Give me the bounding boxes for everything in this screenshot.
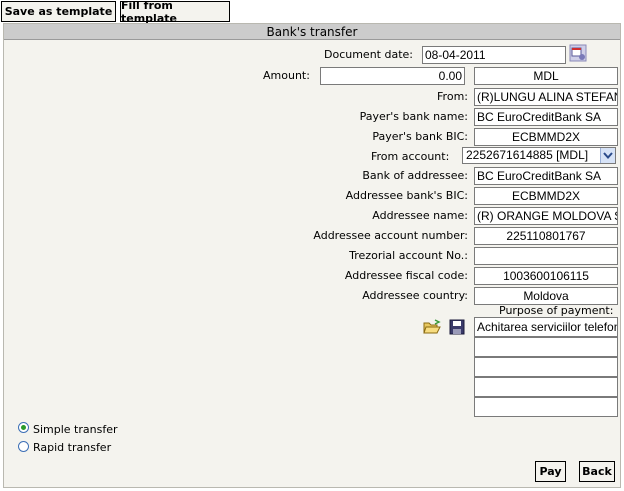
panel-title: Bank's transfer xyxy=(4,24,620,40)
from-label: From: xyxy=(437,90,468,103)
currency-field[interactable]: MDL xyxy=(474,67,618,85)
simple-transfer-radio[interactable] xyxy=(18,422,29,433)
addressee-name-field[interactable]: (R) ORANGE MOLDOVA SA xyxy=(474,207,618,225)
addressee-country-label: Addressee country: xyxy=(362,289,468,302)
purpose-line-3[interactable] xyxy=(474,357,618,377)
purpose-line-5[interactable] xyxy=(474,397,618,417)
payer-bank-name-field[interactable]: BC EuroCreditBank SA xyxy=(474,108,618,126)
document-date-label: Document date: xyxy=(324,48,413,61)
addressee-fiscal-code-field[interactable]: 1003600106115 xyxy=(474,267,618,285)
panel-title-text: Bank's transfer xyxy=(266,24,358,39)
amount-label: Amount: xyxy=(263,69,310,82)
from-field[interactable]: (R)LUNGU ALINA STEFANOVNA xyxy=(474,88,618,106)
purpose-line-1[interactable]: Achitarea serviciilor telefonie mobila xyxy=(474,317,618,337)
addressee-account-number-field[interactable]: 225110801767 xyxy=(474,227,618,245)
purpose-of-payment-label: Purpose of payment: xyxy=(499,304,614,317)
save-as-template-button[interactable]: Save as template xyxy=(1,1,116,22)
addressee-fiscal-code-label: Addressee fiscal code: xyxy=(344,269,468,282)
pay-button[interactable]: Pay xyxy=(535,461,566,482)
payer-bank-bic-field[interactable]: ECBMMD2X xyxy=(474,128,618,146)
bank-of-addressee-label: Bank of addressee: xyxy=(362,169,468,182)
addressee-account-number-label: Addressee account number: xyxy=(313,229,468,242)
chevron-down-icon[interactable] xyxy=(600,148,615,163)
bank-of-addressee-field[interactable]: BC EuroCreditBank SA xyxy=(474,167,618,185)
rapid-transfer-radio[interactable] xyxy=(18,441,29,452)
floppy-save-icon[interactable] xyxy=(449,319,465,335)
from-account-value: 2252671614885 [MDL] xyxy=(466,148,589,162)
purpose-line-2[interactable] xyxy=(474,337,618,357)
rapid-transfer-label[interactable]: Rapid transfer xyxy=(33,441,111,454)
payer-bank-bic-label: Payer's bank BIC: xyxy=(372,130,468,143)
bank-transfer-panel: Bank's transfer Document date: 08-04-201… xyxy=(3,23,621,488)
radio-selected-dot xyxy=(21,425,26,430)
calendar-icon[interactable] xyxy=(569,44,587,62)
trezorial-account-label: Trezorial account No.: xyxy=(349,249,468,262)
simple-transfer-label[interactable]: Simple transfer xyxy=(33,423,118,436)
addressee-country-field[interactable]: Moldova xyxy=(474,287,618,305)
payer-bank-name-label: Payer's bank name: xyxy=(359,110,468,123)
fill-from-template-button[interactable]: Fill from template xyxy=(120,0,230,25)
amount-field[interactable]: 0.00 xyxy=(320,67,465,85)
addressee-bank-bic-field[interactable]: ECBMMD2X xyxy=(474,187,618,205)
trezorial-account-field[interactable] xyxy=(474,247,618,265)
document-date-field[interactable]: 08-04-2011 xyxy=(422,46,566,64)
purpose-line-4[interactable] xyxy=(474,377,618,397)
addressee-name-label: Addressee name: xyxy=(372,209,468,222)
addressee-bank-bic-label: Addressee bank's BIC: xyxy=(345,189,468,202)
back-button[interactable]: Back xyxy=(579,461,615,482)
from-account-label: From account: xyxy=(371,150,450,163)
from-account-select[interactable]: 2252671614885 [MDL] xyxy=(462,147,616,164)
open-folder-icon[interactable] xyxy=(423,319,441,335)
